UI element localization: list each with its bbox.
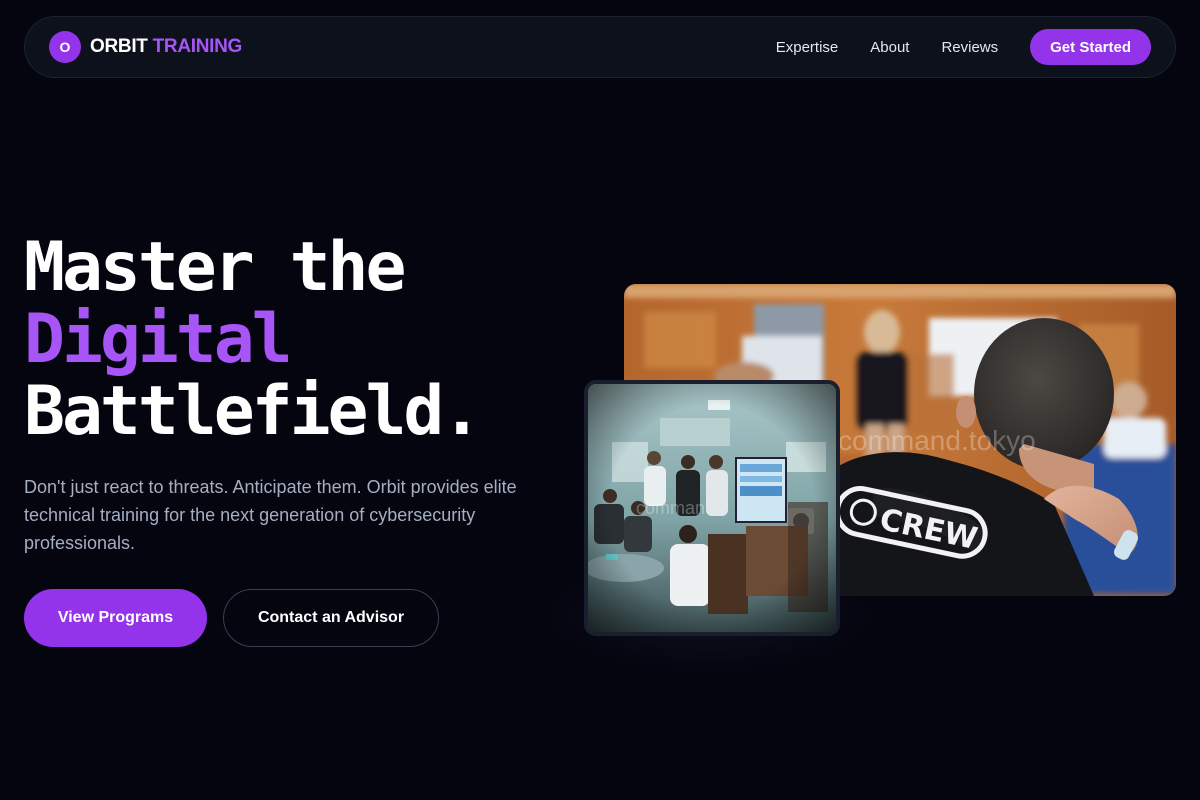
hero-description: Don't just react to threats. Anticipate … <box>24 477 517 553</box>
logo-icon: O <box>49 31 81 63</box>
hero-title-line3: Battlefield. <box>24 372 482 451</box>
brand-name-primary: ORBIT <box>90 36 148 57</box>
nav-link-expertise[interactable]: Expertise <box>776 39 839 56</box>
hero-title-line1: Master the <box>24 228 406 307</box>
get-started-button[interactable]: Get Started <box>1030 29 1151 65</box>
watermark-main: command.tokyo <box>838 425 1036 456</box>
hero-photo-small: comman <box>584 380 840 636</box>
lab-photo: comman <box>588 384 836 632</box>
brand-name-accent: TRAINING <box>152 36 243 57</box>
nav-link-about[interactable]: About <box>870 39 909 56</box>
nav-link-reviews[interactable]: Reviews <box>941 39 998 56</box>
hero-title: Master the Digital Battlefield. <box>24 228 482 451</box>
contact-advisor-button[interactable]: Contact an Advisor <box>223 589 439 647</box>
top-navbar: O ORBIT TRAINING Expertise About Reviews … <box>24 16 1176 78</box>
nav-links: Expertise About Reviews Get Started <box>776 29 1151 65</box>
brand-logo[interactable]: O ORBIT TRAINING <box>49 31 242 63</box>
hero-title-line2: Digital <box>24 300 293 379</box>
brand-name: ORBIT TRAINING <box>90 36 242 58</box>
watermark-small: comman <box>636 498 705 518</box>
view-programs-button[interactable]: View Programs <box>24 589 207 647</box>
